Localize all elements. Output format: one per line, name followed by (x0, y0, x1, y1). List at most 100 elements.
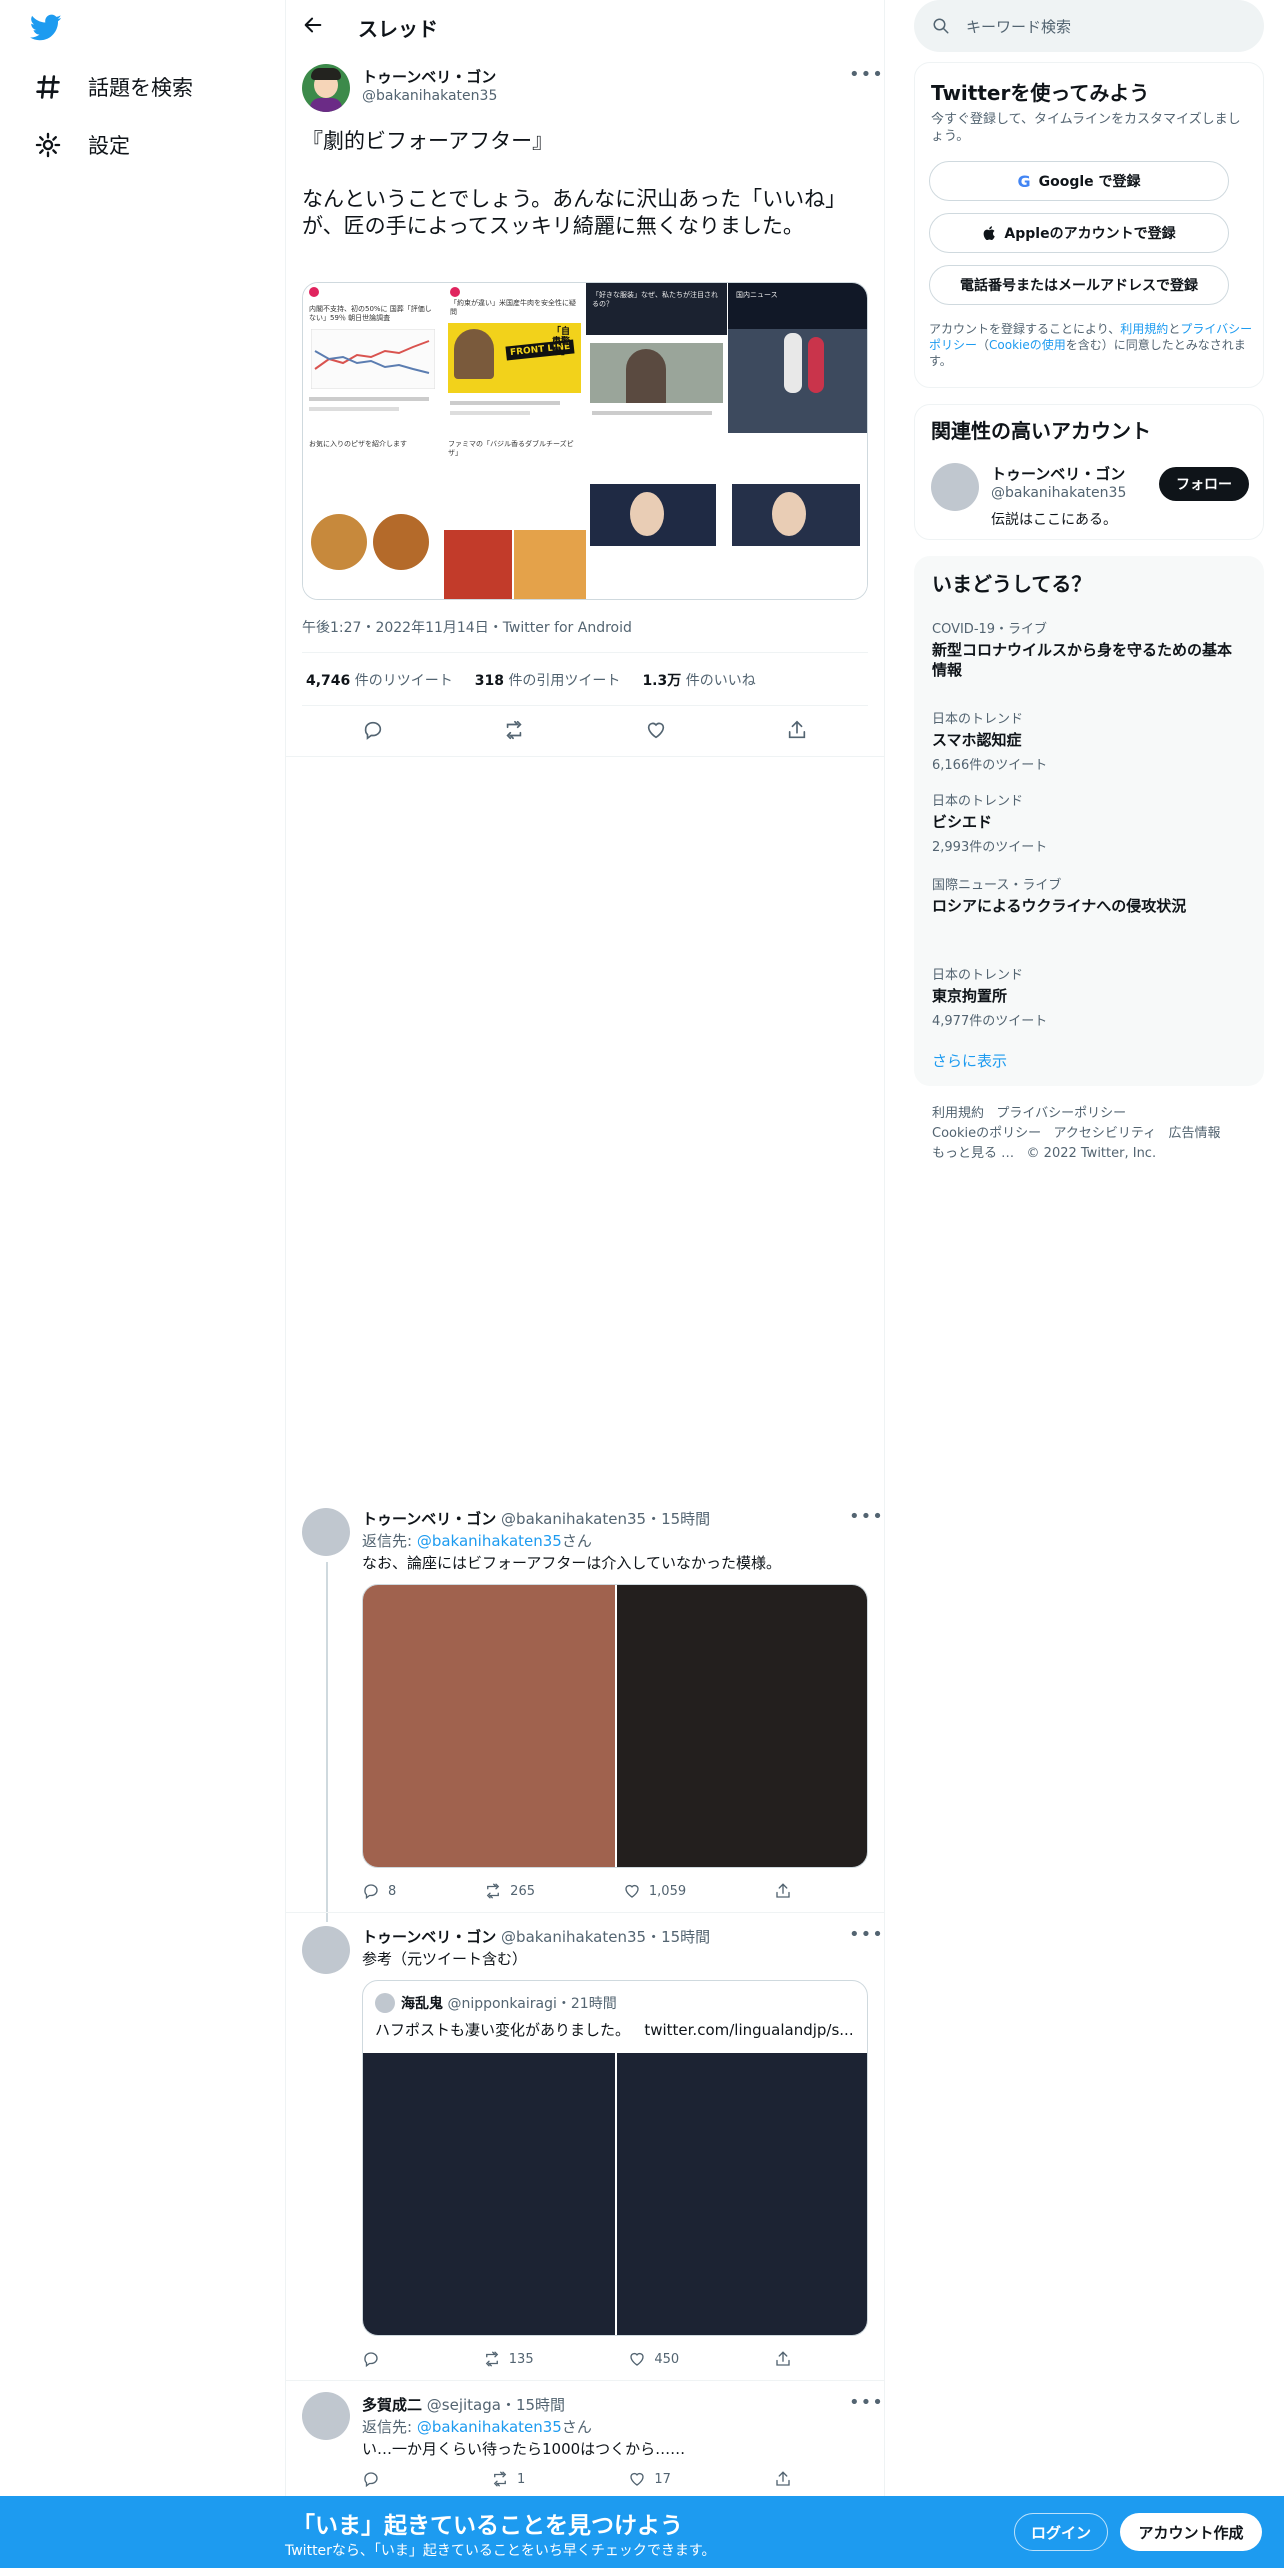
reply1-handle[interactable]: @bakanihakaten35 (501, 1510, 646, 1528)
related-handle[interactable]: @bakanihakaten35 (991, 485, 1126, 501)
signup-subtitle: 今すぐ登録して、タイムラインをカスタマイズしましょう。 (931, 112, 1241, 144)
reply2-avatar[interactable] (302, 1926, 350, 1974)
reply1-media[interactable] (362, 1584, 868, 1868)
footer-more-link[interactable]: もっと見る … (932, 1146, 1014, 1161)
reply2-share-button[interactable] (774, 2350, 792, 2368)
media-street-caption: 国内ニュース (736, 291, 778, 299)
nav-explore[interactable]: 話題を検索 (34, 72, 193, 102)
reply2-retweet-button[interactable]: 135 (483, 2350, 534, 2368)
related-avatar[interactable] (931, 463, 979, 511)
share-icon[interactable] (786, 719, 808, 741)
related-bio: 伝説はここにある。 (991, 512, 1117, 528)
media-photo-caption: 「好きな服装」なぜ、私たちが注目されるの？ (592, 291, 718, 308)
reply2-more-icon[interactable]: ••• (849, 1924, 884, 1945)
footer-accessibility-link[interactable]: アクセシビリティ (1054, 1126, 1157, 1141)
retweets-stat[interactable]: 4,746 件のリツイート (306, 670, 453, 690)
share-icon (776, 2351, 790, 2366)
reply-icon[interactable] (362, 719, 384, 741)
tweet-text-line2: なんということでしょう。あんなに沢山あった「いいね」が、匠の手によってスッキリ綺… (302, 187, 847, 238)
search-bar[interactable]: キーワード検索 (914, 0, 1264, 52)
reply3-name[interactable]: 多賀成二 (362, 2396, 422, 2414)
reply1-name[interactable]: トゥーンベリ・ゴン (362, 1510, 496, 1528)
trend-item[interactable]: COVID-19・ライブ 新型コロナウイルスから身を守るための基本情報 (932, 618, 1232, 684)
create-account-button[interactable]: アカウント作成 (1120, 2513, 1262, 2551)
reply1-share-button[interactable] (774, 1882, 792, 1900)
footer-ads-link[interactable]: 広告情報 (1169, 1126, 1221, 1141)
thread-line (326, 1562, 328, 1922)
avatar[interactable] (302, 64, 350, 112)
google-signup-button[interactable]: G Google で登録 (929, 161, 1229, 201)
like-icon (630, 2472, 645, 2486)
nav-settings[interactable]: 設定 (34, 130, 130, 160)
footer-cookie-link[interactable]: Cookieのポリシー (932, 1126, 1041, 1141)
trend-item[interactable]: 日本のトレンド スマホ認知症 6,166件のツイート (932, 708, 1232, 773)
reply1-reply-to: 返信先: @bakanihakaten35さん (362, 1532, 592, 1550)
cookie-link[interactable]: Cookieの使用 (989, 338, 1066, 352)
quoted-tweet[interactable]: 海乱鬼 @nipponkairagi・21時間 ハフポストも凄い変化がありました… (362, 1980, 868, 2336)
quotes-stat[interactable]: 318 件の引用ツイート (475, 670, 621, 690)
back-arrow-icon[interactable] (302, 14, 324, 40)
reply2-reply-button[interactable] (362, 2350, 388, 2368)
twitter-logo-icon[interactable] (29, 14, 62, 46)
trend-item[interactable]: 国際ニュース・ライブ ロシアによるウクライナへの侵攻状況 (932, 874, 1232, 920)
reply3-avatar[interactable] (302, 2392, 350, 2440)
media-chart-caption: 内閣不支持、初の50%に 国葬「評価しない」59％ 朝日世論調査 (309, 305, 432, 322)
quoted-link[interactable]: twitter.com/lingualandjp/s... (644, 2021, 853, 2039)
media-panel-portrait1 (586, 434, 728, 599)
tweet-stats: 4,746 件のリツイート 318 件の引用ツイート 1.3万 件のいいね (306, 670, 756, 690)
gear-icon (35, 132, 61, 158)
reply3-time[interactable]: ・15時間 (501, 2396, 565, 2414)
reply1-text: なお、論座にはビフォーアフターは介入していなかった模様。 (362, 1554, 781, 1572)
reply3-mention[interactable]: @bakanihakaten35 (417, 2418, 562, 2436)
terms-link[interactable]: 利用規約 (1120, 322, 1168, 336)
reply2-handle[interactable]: @bakanihakaten35 (501, 1928, 646, 1946)
reply1-time[interactable]: ・15時間 (646, 1510, 710, 1528)
media-famima-caption: ファミマの「バジル香るダブルチーズピザ」 (448, 440, 574, 457)
footer-terms-link[interactable]: 利用規約 (932, 1106, 984, 1121)
like-icon[interactable] (645, 719, 667, 741)
login-button[interactable]: ログイン (1014, 2513, 1108, 2551)
reply1-mention[interactable]: @bakanihakaten35 (417, 1532, 562, 1550)
quoted-header: 海乱鬼 @nipponkairagi・21時間 (401, 1993, 617, 2013)
tweet-display-name[interactable]: トゥーンベリ・ゴン (362, 66, 496, 87)
reply2-name[interactable]: トゥーンベリ・ゴン (362, 1928, 496, 1946)
reply1-like-button[interactable]: 1,059 (623, 1882, 686, 1900)
follow-button[interactable]: フォロー (1159, 467, 1249, 501)
tweet-handle[interactable]: @bakanihakaten35 (362, 88, 497, 104)
search-input[interactable]: キーワード検索 (966, 16, 1071, 37)
reply2-time[interactable]: ・15時間 (646, 1928, 710, 1946)
tweet-text-line1: 『劇的ビフォーアフター』 (302, 129, 554, 153)
apple-signup-button[interactable]: Appleのアカウントで登録 (929, 213, 1229, 253)
related-panel: 関連性の高いアカウント トゥーンベリ・ゴン @bakanihakaten35 伝… (914, 404, 1264, 540)
reply2-text: 参考（元ツイート含む） (362, 1950, 528, 1968)
reply1-retweet-button[interactable]: 265 (484, 1882, 535, 1900)
reply3-retweet-button[interactable]: 1 (491, 2470, 525, 2488)
related-name[interactable]: トゥーンベリ・ゴン (991, 463, 1125, 484)
reply1-reply-button[interactable]: 8 (362, 1882, 396, 1900)
reply2-like-button[interactable]: 450 (628, 2350, 679, 2368)
reply3-share-button[interactable] (774, 2470, 792, 2488)
retweet-icon[interactable] (503, 719, 525, 741)
tweet-media[interactable]: 内閣不支持、初の50%に 国葬「評価しない」59％ 朝日世論調査 「約束が違い」… (302, 282, 868, 600)
media-banner-side: 「自粛警察」 (552, 327, 571, 357)
reply-icon (364, 2352, 378, 2368)
phone-email-signup-button[interactable]: 電話番号またはメールアドレスで登録 (929, 265, 1229, 305)
bottom-bar-title: 「いま」起きていることを見つけよう (292, 2513, 683, 2539)
reply1-avatar[interactable] (302, 1508, 350, 1556)
reply3-reply-button[interactable] (362, 2470, 388, 2488)
trend-item[interactable]: 日本のトレンド 東京拘置所 4,977件のツイート (932, 964, 1232, 1029)
reply-icon (364, 2472, 378, 2488)
reply3-handle[interactable]: @sejitaga (427, 2396, 501, 2414)
likes-stat[interactable]: 1.3万 件のいいね (642, 670, 755, 690)
media-panel-photo: 「好きな服装」なぜ、私たちが注目されるの？ (586, 283, 727, 433)
trends-panel: いまどうしてる？ COVID-19・ライブ 新型コロナウイルスから身を守るための… (914, 556, 1264, 1086)
show-more-link[interactable]: さらに表示 (932, 1050, 1007, 1071)
reply3-more-icon[interactable]: ••• (849, 2392, 884, 2413)
media-panel-banner: 「約束が違い」米国産牛肉を安全性に疑問 FRONT LINE 「自粛警察」 (444, 283, 585, 433)
more-icon[interactable]: ••• (849, 64, 884, 85)
trend-item[interactable]: 日本のトレンド ビシエド 2,993件のツイート (932, 790, 1232, 855)
related-title: 関連性の高いアカウント (931, 419, 1151, 443)
reply3-like-button[interactable]: 17 (628, 2470, 671, 2488)
reply1-more-icon[interactable]: ••• (849, 1506, 884, 1527)
footer-privacy-link[interactable]: プライバシーポリシー (996, 1106, 1126, 1121)
